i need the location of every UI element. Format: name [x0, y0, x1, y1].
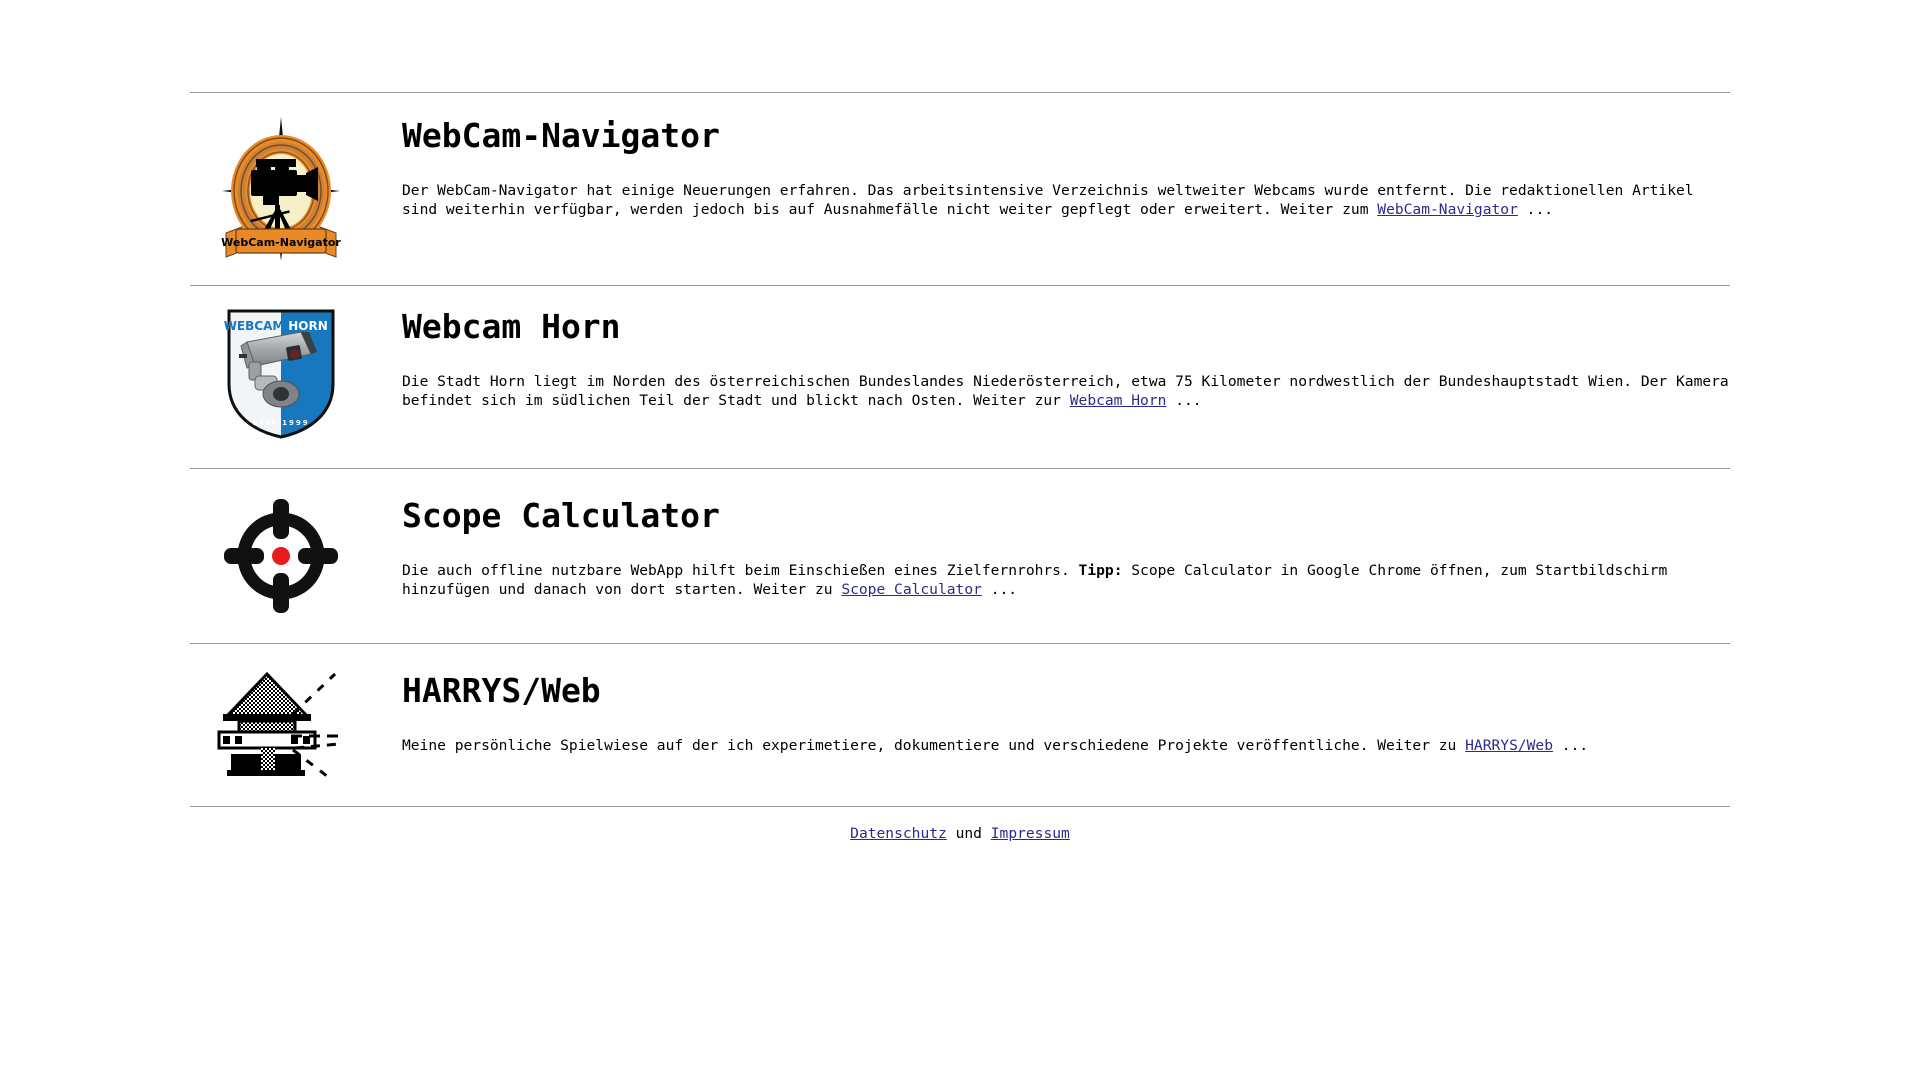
desc-text: Die auch offline nutzbare WebApp hilft b… — [402, 562, 1079, 579]
body-webcam-horn: Webcam Horn Die Stadt Horn liegt im Nord… — [372, 302, 1730, 410]
link-webcam-horn[interactable]: Webcam Horn — [1070, 392, 1167, 409]
logo-cell-harrys-web — [190, 666, 372, 778]
desc-text: Meine persönliche Spielwiese auf der ich… — [402, 737, 1466, 754]
page-title-harrys-web: HARRYS/Web — [402, 671, 601, 710]
logo-banner-label: WebCam-Navigator — [221, 236, 341, 249]
body-harrys-web: HARRYS/Web Meine persönliche Spielwiese … — [372, 666, 1730, 755]
description-webcam-navigator: Der WebCam-Navigator hat einige Neuerung… — [402, 181, 1730, 219]
page-container: WebCam-Navigator WebCam-Navigator Der We… — [190, 0, 1730, 843]
desc-text: Die Stadt Horn liegt im Norden des öster… — [402, 373, 1729, 409]
link-scope-calculator[interactable]: Scope Calculator — [841, 581, 982, 598]
crosshair-reticle-icon — [220, 495, 342, 617]
description-webcam-horn: Die Stadt Horn liegt im Norden des öster… — [402, 372, 1730, 410]
section-scope-calculator: Scope Calculator Die auch offline nutzba… — [190, 469, 1730, 643]
tip-label: Tipp: — [1078, 562, 1123, 579]
lighthouse-hut-icon — [217, 670, 345, 778]
link-impressum[interactable]: Impressum — [991, 825, 1070, 842]
link-datenschutz[interactable]: Datenschutz — [850, 825, 947, 842]
description-scope-calculator: Die auch offline nutzbare WebApp hilft b… — [402, 561, 1730, 599]
shield-label-left: WEBCAM — [224, 319, 285, 333]
logo-cell-webcam-horn: WEBCAM HORN SEIT 1999 — [190, 302, 372, 442]
section-webcam-horn: WEBCAM HORN SEIT 1999 Webcam Horn Die St… — [190, 286, 1730, 468]
logo-cell-webcam-navigator: WebCam-Navigator — [190, 111, 372, 263]
link-webcam-navigator[interactable]: WebCam-Navigator — [1377, 201, 1518, 218]
body-webcam-navigator: WebCam-Navigator Der WebCam-Navigator ha… — [372, 111, 1730, 219]
desc-ellipsis: ... — [1166, 392, 1202, 409]
webcam-navigator-compass-logo: WebCam-Navigator — [220, 115, 342, 263]
page-title-scope-calculator: Scope Calculator — [402, 496, 720, 535]
section-webcam-navigator: WebCam-Navigator WebCam-Navigator Der We… — [190, 93, 1730, 285]
shield-label-right: HORN — [288, 319, 328, 333]
body-scope-calculator: Scope Calculator Die auch offline nutzba… — [372, 491, 1730, 599]
webcam-horn-shield-logo: WEBCAM HORN SEIT 1999 — [223, 306, 339, 442]
footer-conjunction: und — [946, 825, 991, 842]
page-title-webcam-navigator: WebCam-Navigator — [402, 116, 720, 155]
desc-ellipsis: ... — [1553, 737, 1589, 754]
desc-ellipsis: ... — [1517, 201, 1554, 218]
page-title-webcam-horn: Webcam Horn — [402, 307, 621, 346]
footer: Datenschutz und Impressum — [190, 807, 1730, 843]
section-harrys-web: HARRYS/Web Meine persönliche Spielwiese … — [190, 644, 1730, 806]
desc-ellipsis: ... — [981, 581, 1018, 598]
logo-cell-scope-calculator — [190, 491, 372, 617]
description-harrys-web: Meine persönliche Spielwiese auf der ich… — [402, 736, 1730, 755]
link-harrys-web[interactable]: HARRYS/Web — [1465, 737, 1553, 754]
shield-label-bottom: SEIT 1999 — [252, 419, 309, 427]
